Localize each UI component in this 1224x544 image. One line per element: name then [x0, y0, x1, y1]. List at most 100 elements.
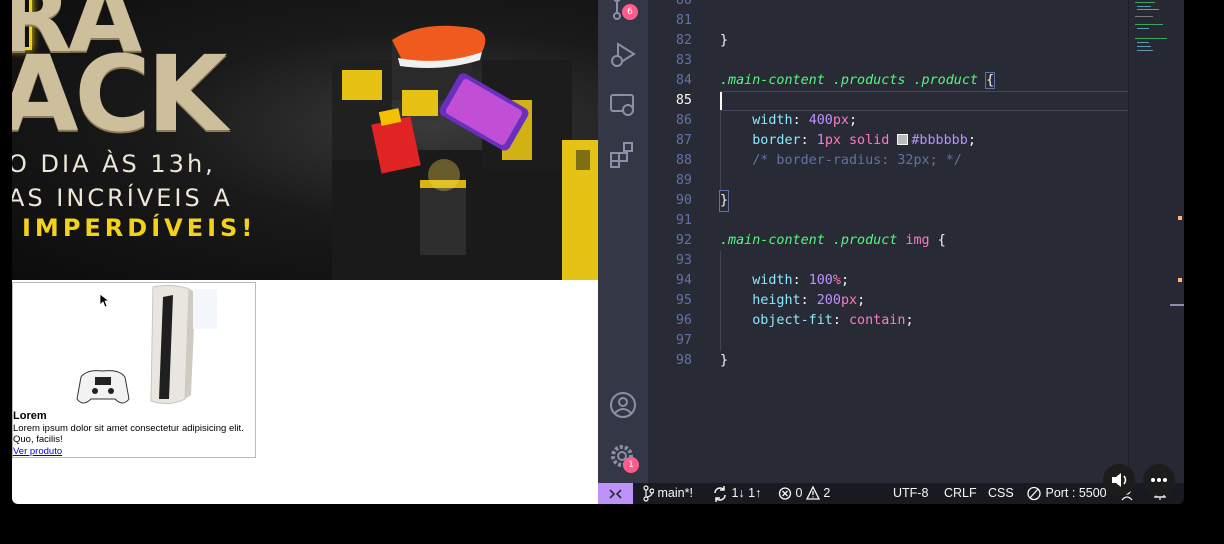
minimap[interactable] — [1128, 0, 1172, 483]
line-number: 97 — [675, 333, 692, 348]
mouse-pointer-icon — [100, 294, 110, 308]
css-tag-selector: img — [905, 233, 930, 248]
code-editor[interactable]: 80 81 82} 83 84 .main-content .products .… — [648, 0, 1128, 483]
code-line: 96 object-fit: contain; — [648, 311, 1128, 331]
run-debug-icon — [611, 42, 636, 67]
account-icon — [610, 392, 636, 418]
css-selector: .product — [832, 233, 898, 248]
css-number: 400 — [808, 113, 833, 128]
css-number: 1 — [816, 133, 825, 148]
opening-brace: { — [985, 72, 996, 89]
product-image — [13, 283, 255, 411]
closing-brace: } — [718, 190, 730, 212]
branch-name: main*! — [657, 486, 693, 500]
css-selector: .main-content — [720, 233, 825, 248]
remote-explorer-button[interactable] — [608, 90, 638, 120]
line-number: 98 — [675, 353, 692, 368]
css-property: border — [752, 133, 801, 148]
color-swatch[interactable] — [897, 134, 909, 145]
more-dots-icon — [1151, 478, 1167, 482]
css-property: object-fit — [752, 313, 833, 328]
promo-banner[interactable]: RA ACK O DIA ÀS 13h, AS INCRÍVEIS A IMPE… — [12, 0, 598, 280]
line-number: 86 — [675, 113, 692, 128]
code-line: 98} — [648, 351, 1128, 371]
css-unit: px — [824, 133, 841, 148]
error-icon — [778, 487, 792, 500]
css-selector: .products — [832, 73, 906, 88]
settings-badge: 1 — [623, 457, 639, 473]
line-number: 87 — [675, 133, 692, 148]
line-number: 96 — [675, 313, 692, 328]
sync-counts: 1↓ 1↑ — [731, 486, 762, 500]
live-server-port[interactable]: Port : 5500 — [1026, 483, 1107, 504]
code-line: 90} — [648, 190, 1128, 212]
code-line: 88 /* border-radius: 32px; */ — [648, 151, 1128, 171]
view-product-link[interactable]: Ver produto — [13, 446, 62, 457]
code-line: 97 — [648, 331, 1128, 351]
css-selector: .main-content — [720, 73, 825, 88]
browser-preview: RA ACK O DIA ÀS 13h, AS INCRÍVEIS A IMPE… — [12, 0, 598, 504]
code-line: 86 width: 400px; — [648, 111, 1128, 131]
port-label: Port : 5500 — [1045, 486, 1107, 500]
source-control-button[interactable]: 6 — [608, 0, 638, 22]
line-number: 84 — [675, 73, 692, 88]
run-debug-button[interactable] — [608, 40, 638, 70]
git-branch-icon — [643, 485, 655, 502]
banner-scene-illustration — [332, 25, 598, 280]
encoding-selector[interactable]: UTF-8 — [893, 483, 928, 504]
branch-indicator[interactable]: main*! — [642, 483, 693, 504]
product-title: Lorem — [13, 410, 47, 422]
language-mode-selector[interactable]: CSS — [988, 483, 1014, 504]
code-line: 83 — [648, 51, 1128, 71]
editor-scrollbar[interactable] — [1170, 0, 1184, 483]
line-number: 90 — [675, 193, 692, 208]
css-keyword: contain — [849, 313, 906, 328]
css-property: width — [752, 273, 793, 288]
remote-explorer-icon — [610, 94, 634, 116]
scrollbar-position — [1170, 304, 1184, 306]
line-number: 89 — [675, 173, 692, 188]
source-control-badge: 6 — [622, 4, 638, 20]
css-property: height — [752, 293, 801, 308]
volume-button[interactable] — [1103, 464, 1135, 496]
line-number: 82 — [675, 33, 692, 48]
code-line: 80 — [648, 0, 1128, 11]
css-keyword: solid — [849, 133, 890, 148]
text-cursor — [720, 92, 722, 110]
banner-subtitle-3: IMPERDÍVEIS! — [22, 214, 257, 242]
product-description: Lorem ipsum dolor sit amet consectetur a… — [13, 423, 244, 445]
scrollbar-marker — [1178, 216, 1182, 220]
code-line: 82} — [648, 31, 1128, 51]
accounts-button[interactable] — [608, 390, 638, 420]
remote-indicator-button[interactable] — [598, 483, 633, 504]
warning-icon — [805, 485, 820, 500]
sync-indicator[interactable]: 1↓ 1↑ — [712, 483, 761, 504]
more-options-button[interactable] — [1143, 464, 1175, 496]
scrollbar-marker — [1178, 278, 1182, 282]
opening-brace: { — [937, 233, 946, 248]
line-number: 80 — [675, 0, 692, 8]
code-line: 93 — [648, 251, 1128, 271]
line-number: 94 — [675, 273, 692, 288]
css-number: 100 — [808, 273, 833, 288]
speaker-icon — [1112, 473, 1127, 487]
line-number: 83 — [675, 53, 692, 68]
line-number: 95 — [675, 293, 692, 308]
sync-icon — [714, 486, 726, 502]
line-number: 92 — [675, 233, 692, 248]
manage-settings-button[interactable]: 1 — [608, 441, 639, 473]
css-unit: px — [840, 293, 858, 308]
line-number: 81 — [675, 13, 692, 28]
css-color-value: #bbbbbb — [911, 133, 968, 148]
banner-subtitle-2: AS INCRÍVEIS A — [12, 184, 233, 212]
status-bar: main*! 1↓ 1↑ 0 2 UTF-8 CRLF CSS Port: 5… — [598, 483, 1184, 504]
console-image — [76, 284, 217, 405]
css-unit: px — [832, 113, 849, 128]
css-selector: .product — [913, 73, 979, 88]
warning-count: 2 — [823, 486, 831, 500]
extensions-button[interactable] — [608, 140, 638, 170]
banner-subtitle-1: O DIA ÀS 13h, — [12, 150, 216, 178]
problems-indicator[interactable]: 0 2 — [778, 483, 830, 504]
eol-selector[interactable]: CRLF — [944, 483, 977, 504]
broadcast-off-icon — [1027, 486, 1041, 501]
